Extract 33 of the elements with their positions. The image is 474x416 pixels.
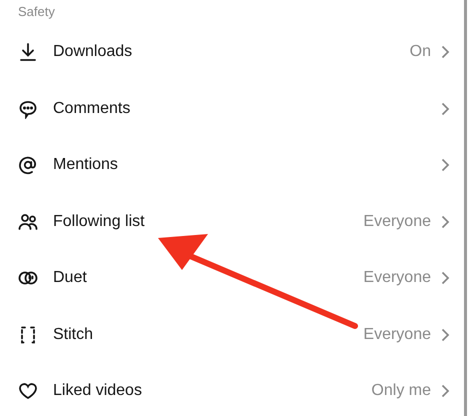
at-sign-icon [18,155,38,176]
stitch-icon [18,324,38,345]
row-value: Everyone [363,269,431,288]
row-label: Mentions [53,156,119,174]
heart-icon [18,381,38,402]
settings-row[interactable]: Comments [0,80,464,137]
chevron-icon [441,271,450,286]
row-value: Only me [371,382,431,400]
chevron-icon [441,158,450,172]
settings-row[interactable]: Downloads On [0,24,464,80]
people-icon [18,212,38,232]
chevron-icon [441,328,450,342]
settings-row[interactable]: Mentions [0,137,464,194]
chevron-icon [441,102,450,116]
row-label: Downloads [53,43,134,62]
row-label: Comments [53,100,132,118]
settings-row[interactable]: Liked videos Only me [0,363,464,416]
section-title: Safety [17,3,56,21]
row-value: Everyone [363,212,431,231]
comment-icon [18,98,38,119]
row-label: Duet [53,269,88,288]
row-value: On [410,43,431,62]
settings-row[interactable]: Stitch Everyone [0,306,464,363]
row-value: Everyone [363,326,431,344]
row-label: Liked videos [53,382,143,400]
chevron-icon [441,384,450,398]
chevron-icon [441,45,450,60]
settings-row[interactable]: Duet Everyone [0,250,464,306]
download-icon [18,42,38,62]
row-label: Stitch [53,326,94,344]
settings-row[interactable]: Following list Everyone [0,194,464,250]
row-label: Following list [53,212,146,231]
chevron-icon [441,214,450,229]
